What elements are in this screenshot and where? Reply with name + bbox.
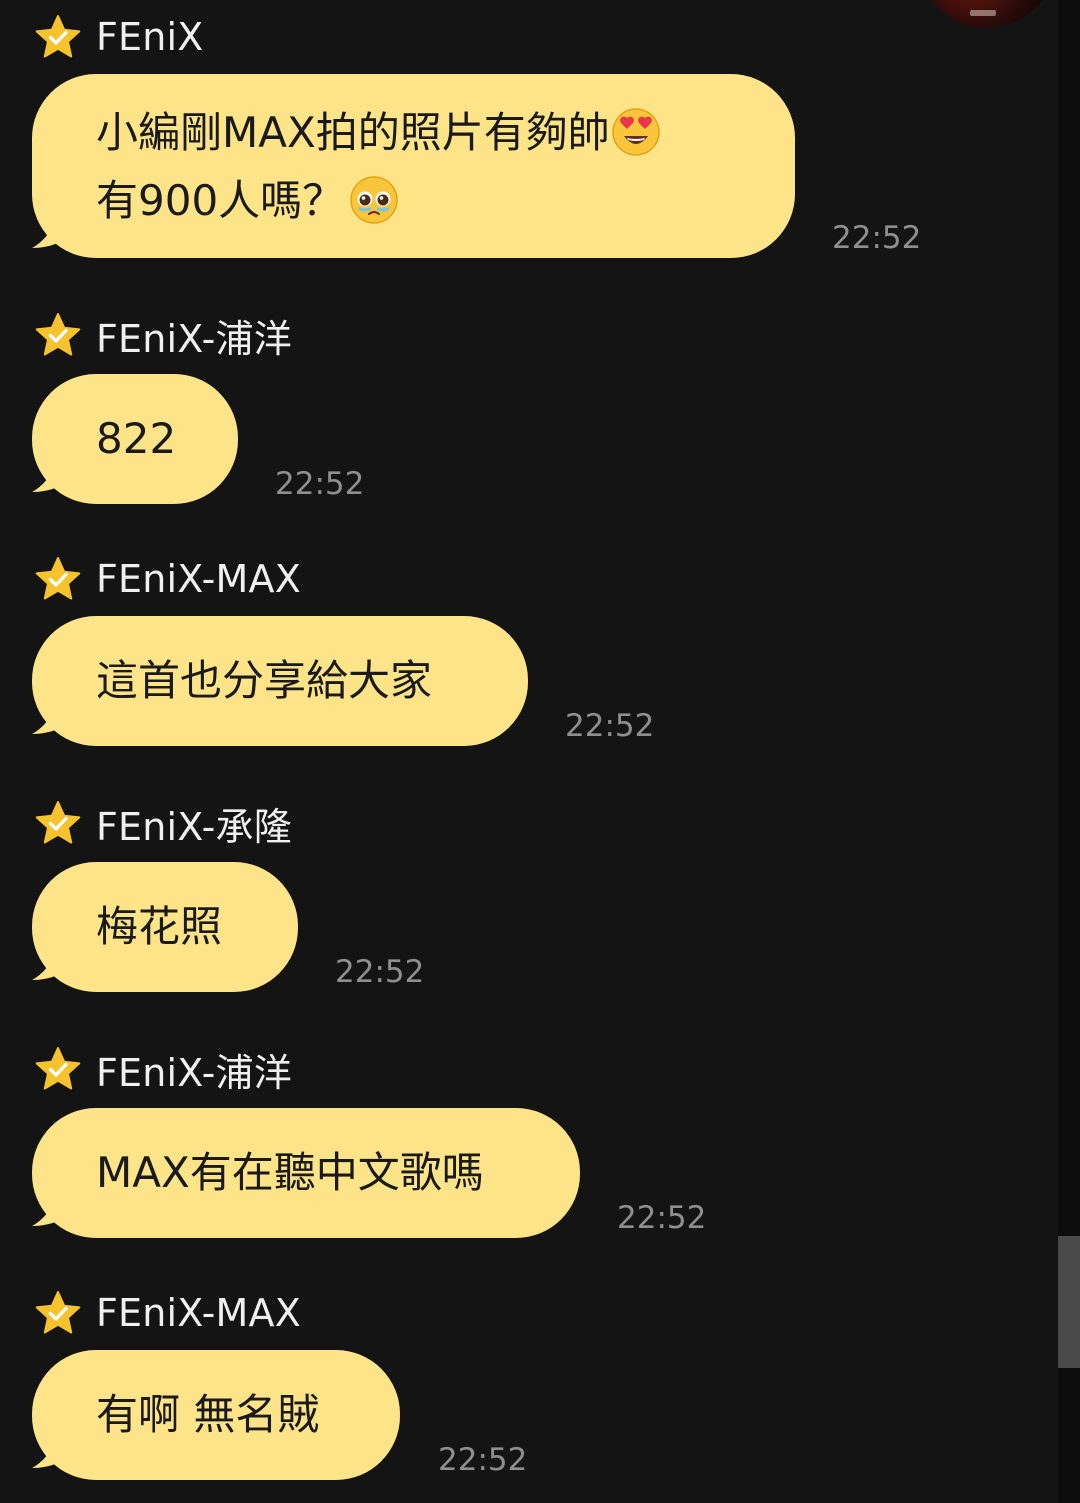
star-check-icon [34,800,82,846]
message-text: 822 [96,414,177,463]
sender-name[interactable]: FEniX-承隆 [96,796,292,851]
message-timestamp: 22:52 [275,466,365,502]
scrollbar-thumb[interactable] [1058,1236,1080,1368]
pleading-face-emoji [350,175,398,224]
star-check-icon [34,556,82,602]
message-bubble[interactable]: 小編剛MAX拍的照片有夠帥 有900人嗎？ [32,74,795,258]
message-text: 梅花照 [96,902,223,951]
message-text: 有啊 無名賊 [96,1390,320,1439]
sender-row: FEniX-浦洋 [34,1046,292,1095]
bubble-tail [32,458,72,492]
message-item: FEniX 小編剛MAX拍的照片有夠帥 有900人嗎？ 22:52 [0,14,1000,264]
sender-name[interactable]: FEniX [96,15,204,59]
message-bubble[interactable]: MAX有在聽中文歌嗎 [32,1108,580,1238]
sender-name[interactable]: FEniX-浦洋 [96,1042,292,1097]
sender-row: FEniX-MAX [34,556,301,602]
sender-row: FEniX-浦洋 [34,312,292,361]
chat-feed[interactable]: FEniX 小編剛MAX拍的照片有夠帥 有900人嗎？ 22:52 FEniX-… [0,0,1058,1503]
message-timestamp: 22:52 [617,1200,707,1236]
message-bubble[interactable]: 這首也分享給大家 [32,616,528,746]
message-text-line: 小編剛MAX拍的照片有夠帥 [96,99,731,167]
bubble-tail [32,1192,72,1226]
message-timestamp: 22:52 [565,708,655,744]
sender-name[interactable]: FEniX-MAX [96,557,301,601]
message-item: FEniX-浦洋 822 22:52 [0,312,1000,508]
message-timestamp: 22:52 [335,954,425,990]
message-item: FEniX-MAX 這首也分享給大家 22:52 [0,556,1000,752]
message-text: 小編剛MAX拍的照片有夠帥 [96,108,610,157]
message-text: 這首也分享給大家 [96,656,433,705]
bubble-tail [32,1434,72,1468]
star-check-icon [34,14,82,60]
sender-row: FEniX [34,14,204,60]
scrollbar-track[interactable] [1058,0,1080,1503]
bubble-tail [32,214,72,248]
message-item: FEniX-MAX 有啊 無名賊 22:52 [0,1290,1000,1486]
message-text: MAX有在聽中文歌嗎 [96,1148,484,1197]
message-bubble[interactable]: 822 [32,374,238,504]
bubble-tail [32,700,72,734]
message-text: 有900人嗎？ [96,176,345,225]
bubble-tail [32,946,72,980]
message-bubble[interactable]: 梅花照 [32,862,298,992]
message-text-line: 有900人嗎？ [96,167,731,235]
sender-name[interactable]: FEniX-浦洋 [96,308,292,363]
star-check-icon [34,1046,82,1092]
message-bubble[interactable]: 有啊 無名賊 [32,1350,400,1480]
message-item: FEniX-承隆 梅花照 22:52 [0,800,1000,996]
message-timestamp: 22:52 [832,220,922,256]
star-check-icon [34,1290,82,1336]
heart-eyes-emoji [612,107,660,156]
message-item: FEniX-浦洋 MAX有在聽中文歌嗎 22:52 [0,1046,1000,1242]
star-check-icon [34,312,82,358]
sender-name[interactable]: FEniX-MAX [96,1291,301,1335]
sender-row: FEniX-承隆 [34,800,292,849]
message-timestamp: 22:52 [438,1442,528,1478]
sender-row: FEniX-MAX [34,1290,301,1336]
